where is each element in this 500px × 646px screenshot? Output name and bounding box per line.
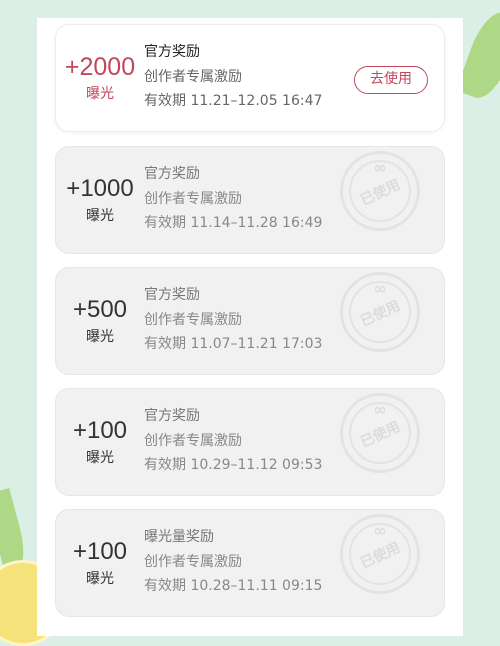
coupon-title: 曝光量奖励 — [144, 529, 214, 545]
coupon-validity: 有效期 11.14–11.28 16:49 — [144, 215, 323, 231]
coupon-amount: +2000 — [64, 53, 136, 81]
coupon-title: 官方奖励 — [144, 408, 200, 424]
coupon-validity: 有效期 11.21–12.05 16:47 — [144, 93, 323, 109]
used-stamp: ∞ 已使用 — [340, 393, 420, 473]
used-stamp: ∞ 已使用 — [340, 514, 420, 594]
coupon-card: +100 曝光 官方奖励 创作者专属激励 有效期 10.29–11.12 09:… — [55, 388, 445, 496]
coupon-subtitle: 创作者专属激励 — [144, 69, 242, 85]
coupon-title: 官方奖励 — [144, 44, 200, 60]
coupon-card: +500 曝光 官方奖励 创作者专属激励 有效期 11.07–11.21 17:… — [55, 267, 445, 375]
coupon-validity: 有效期 11.07–11.21 17:03 — [144, 336, 323, 352]
coupon-amount: +500 — [72, 296, 128, 323]
coupon-unit: 曝光 — [86, 571, 114, 587]
coupon-card: +2000 曝光 官方奖励 创作者专属激励 有效期 11.21–12.05 16… — [55, 24, 445, 132]
coupon-title: 官方奖励 — [144, 166, 200, 182]
coupon-title: 官方奖励 — [144, 287, 200, 303]
coupon-subtitle: 创作者专属激励 — [144, 554, 242, 570]
coupon-amount: +1000 — [66, 175, 134, 202]
coupon-unit: 曝光 — [86, 86, 114, 102]
coupon-amount: +100 — [72, 417, 128, 444]
coupon-amount: +100 — [72, 538, 128, 565]
coupon-validity: 有效期 10.29–11.12 09:53 — [144, 457, 323, 473]
coupon-card: +100 曝光 曝光量奖励 创作者专属激励 有效期 10.28–11.11 09… — [55, 509, 445, 617]
coupon-list-panel: +2000 曝光 官方奖励 创作者专属激励 有效期 11.21–12.05 16… — [37, 18, 463, 636]
use-button[interactable]: 去使用 — [354, 66, 428, 94]
coupon-unit: 曝光 — [86, 329, 114, 345]
coupon-subtitle: 创作者专属激励 — [144, 312, 242, 328]
coupon-card: +1000 曝光 官方奖励 创作者专属激励 有效期 11.14–11.28 16… — [55, 146, 445, 254]
coupon-subtitle: 创作者专属激励 — [144, 433, 242, 449]
used-stamp: ∞ 已使用 — [340, 272, 420, 352]
coupon-validity: 有效期 10.28–11.11 09:15 — [144, 578, 323, 594]
coupon-unit: 曝光 — [86, 208, 114, 224]
coupon-subtitle: 创作者专属激励 — [144, 191, 242, 207]
used-stamp: ∞ 已使用 — [340, 151, 420, 231]
coupon-unit: 曝光 — [86, 450, 114, 466]
